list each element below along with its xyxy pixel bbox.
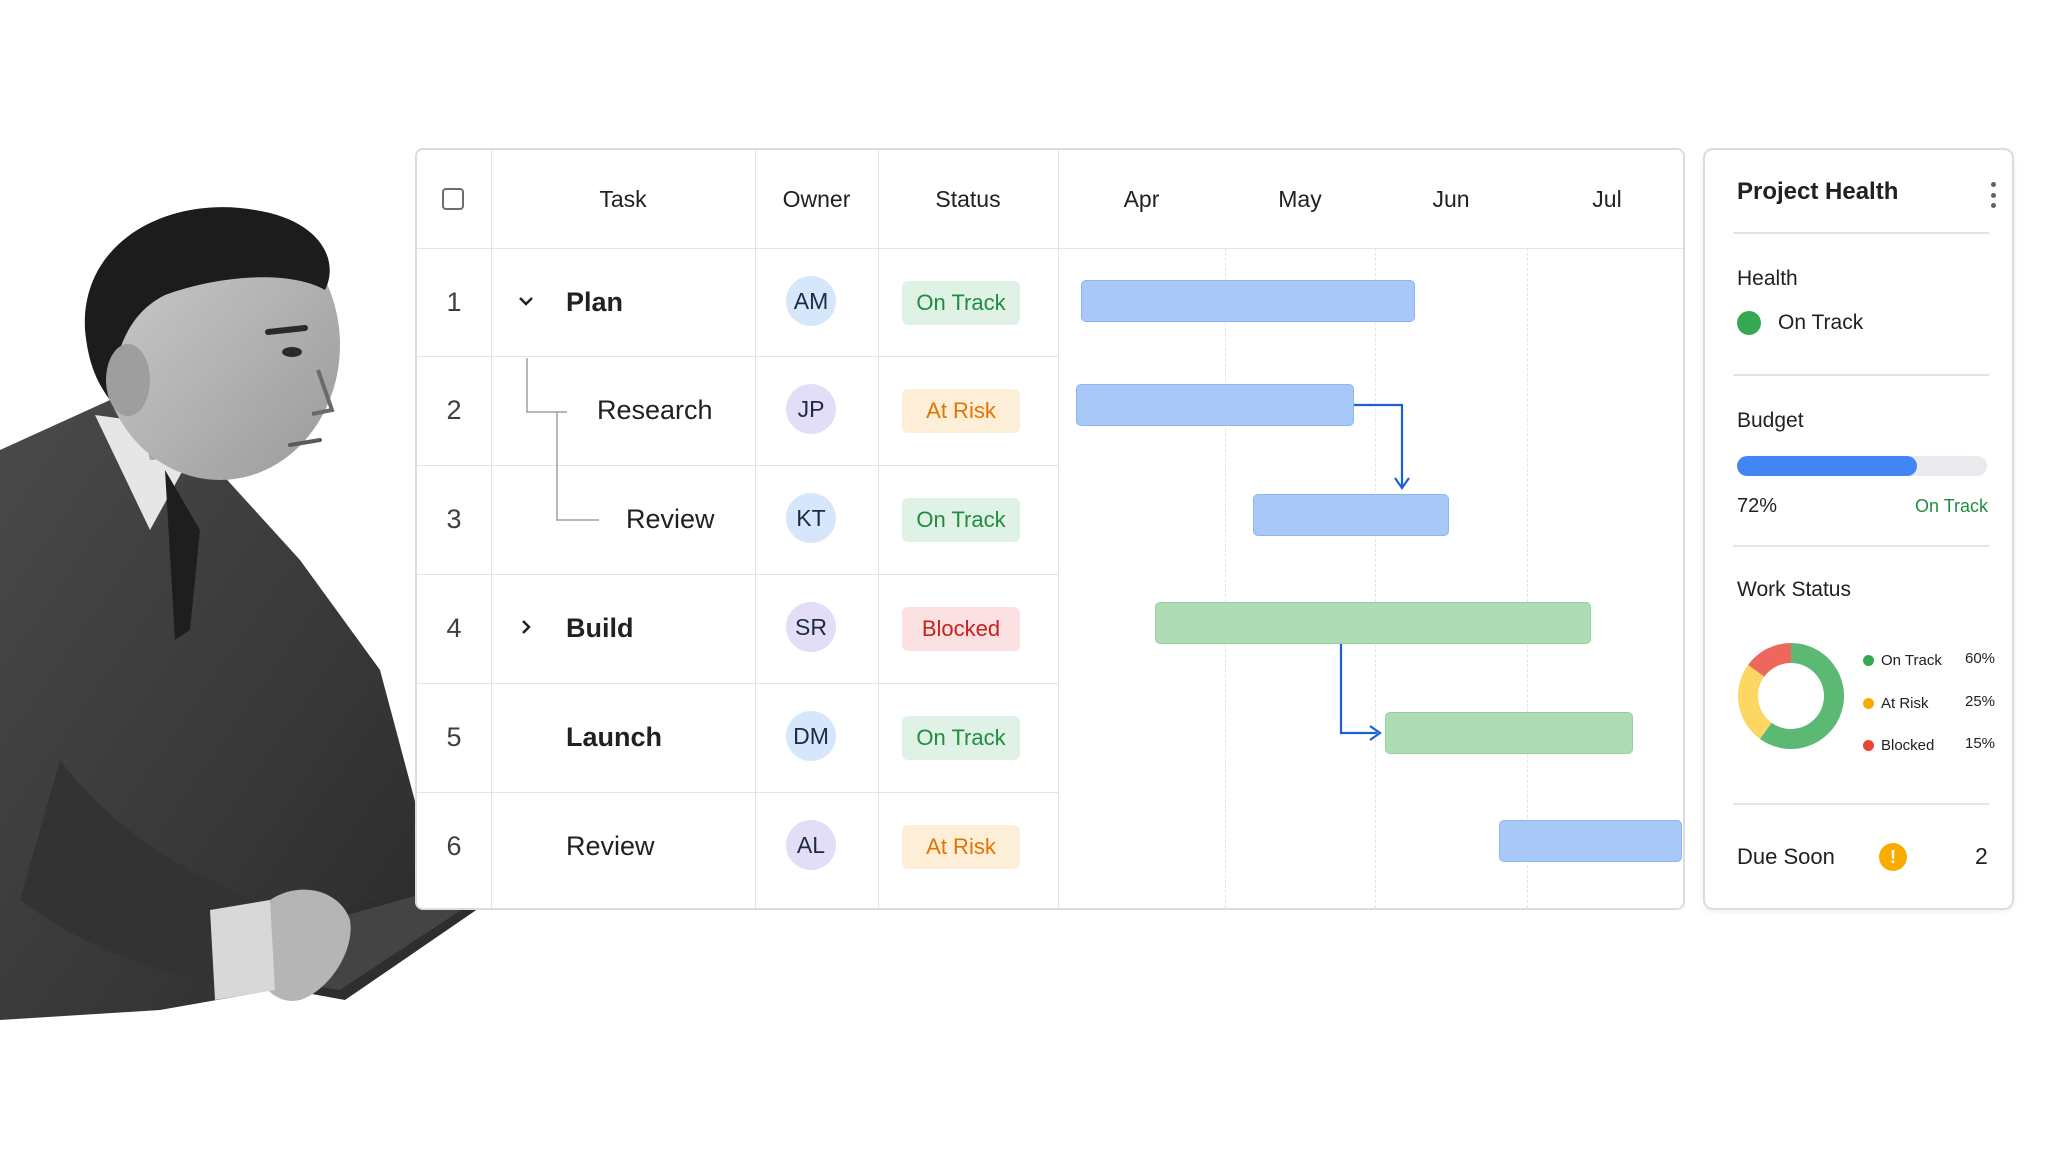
donut-slice-at-risk xyxy=(1738,664,1773,739)
table-row[interactable]: 2 Research JP At Risk xyxy=(417,356,1683,464)
task-name[interactable]: Plan xyxy=(566,248,623,356)
divider xyxy=(1733,232,1989,234)
work-status-donut-chart xyxy=(1738,643,1844,749)
status-badge[interactable]: On Track xyxy=(902,498,1020,542)
gantt-bar[interactable] xyxy=(1155,602,1591,644)
divider xyxy=(1733,374,1989,376)
health-status-dot xyxy=(1737,311,1761,335)
legend-label: Blocked xyxy=(1881,736,1935,754)
month-header: Apr xyxy=(1123,185,1160,212)
budget-percent: 72% xyxy=(1737,495,1778,517)
legend-label: At Risk xyxy=(1881,694,1929,712)
avatar[interactable]: DM xyxy=(786,711,836,761)
row-number: 3 xyxy=(446,503,462,534)
row-number: 1 xyxy=(446,286,462,317)
status-badge[interactable]: At Risk xyxy=(902,825,1020,869)
table-row[interactable]: 6 Review AL At Risk xyxy=(417,792,1683,900)
warning-icon: ! xyxy=(1879,843,1907,871)
avatar[interactable]: SR xyxy=(786,602,836,652)
row-number: 4 xyxy=(446,612,462,643)
task-name[interactable]: Research xyxy=(597,356,713,464)
task-name[interactable]: Launch xyxy=(566,683,662,791)
avatar[interactable]: AL xyxy=(786,820,836,870)
chevron-down-icon[interactable] xyxy=(513,288,539,314)
legend-percent: 15% xyxy=(1965,735,1996,752)
donut-slice-blocked xyxy=(1748,643,1792,678)
gantt-bar[interactable] xyxy=(1385,712,1633,754)
legend-label: On Track xyxy=(1881,651,1942,669)
gantt-bar[interactable] xyxy=(1499,820,1682,862)
status-badge[interactable]: On Track xyxy=(902,716,1020,760)
panel-title: Project Health xyxy=(1737,178,1899,205)
month-header: May xyxy=(1278,185,1322,212)
row-number: 2 xyxy=(446,394,462,425)
table-row[interactable]: 1 Plan AM On Track xyxy=(417,248,1683,356)
budget-progress-bar xyxy=(1737,456,1987,476)
legend-item: At Risk xyxy=(1863,693,1929,713)
on-track-dot xyxy=(1863,654,1874,666)
due-soon-count[interactable]: 2 xyxy=(1975,843,1988,870)
month-header: Jul xyxy=(1592,185,1622,212)
budget-label: Budget xyxy=(1737,409,1804,432)
gantt-bar[interactable] xyxy=(1253,494,1449,536)
at-risk-dot xyxy=(1863,697,1874,709)
legend-item: Blocked xyxy=(1863,735,1934,755)
gantt-bar[interactable] xyxy=(1076,384,1354,426)
gantt-table: Task Owner Status Apr May Jun Jul 1 Plan… xyxy=(415,148,1685,910)
health-status: On Track xyxy=(1778,311,1864,334)
table-row[interactable]: 3 Review KT On Track xyxy=(417,465,1683,573)
row-number: 5 xyxy=(446,721,462,752)
legend-percent: 60% xyxy=(1965,650,1996,667)
status-badge[interactable]: Blocked xyxy=(902,607,1020,651)
chevron-right-icon[interactable] xyxy=(513,614,539,640)
status-badge[interactable]: On Track xyxy=(902,281,1020,325)
task-name[interactable]: Review xyxy=(626,465,715,573)
status-badge[interactable]: At Risk xyxy=(902,389,1020,433)
work-status-label: Work Status xyxy=(1737,578,1851,601)
gantt-bar[interactable] xyxy=(1081,280,1415,322)
more-options-icon[interactable] xyxy=(1987,182,1999,208)
month-header: Jun xyxy=(1432,185,1470,212)
budget-progress-fill xyxy=(1737,456,1917,476)
legend-percent: 25% xyxy=(1965,693,1996,710)
legend-item: On Track xyxy=(1863,650,1942,670)
row-number: 6 xyxy=(446,830,462,861)
due-soon-label: Due Soon xyxy=(1737,844,1835,869)
task-name[interactable]: Review xyxy=(566,792,655,900)
avatar[interactable]: AM xyxy=(786,276,836,326)
task-name[interactable]: Build xyxy=(566,574,634,682)
avatar[interactable]: KT xyxy=(786,493,836,543)
avatar[interactable]: JP xyxy=(786,384,836,434)
project-health-panel: Project Health Health On Track Budget 72… xyxy=(1703,148,2014,910)
health-label: Health xyxy=(1737,267,1798,290)
blocked-dot xyxy=(1863,739,1874,751)
divider xyxy=(1733,803,1989,805)
budget-status: On Track xyxy=(1915,496,1989,516)
divider xyxy=(1733,545,1989,547)
